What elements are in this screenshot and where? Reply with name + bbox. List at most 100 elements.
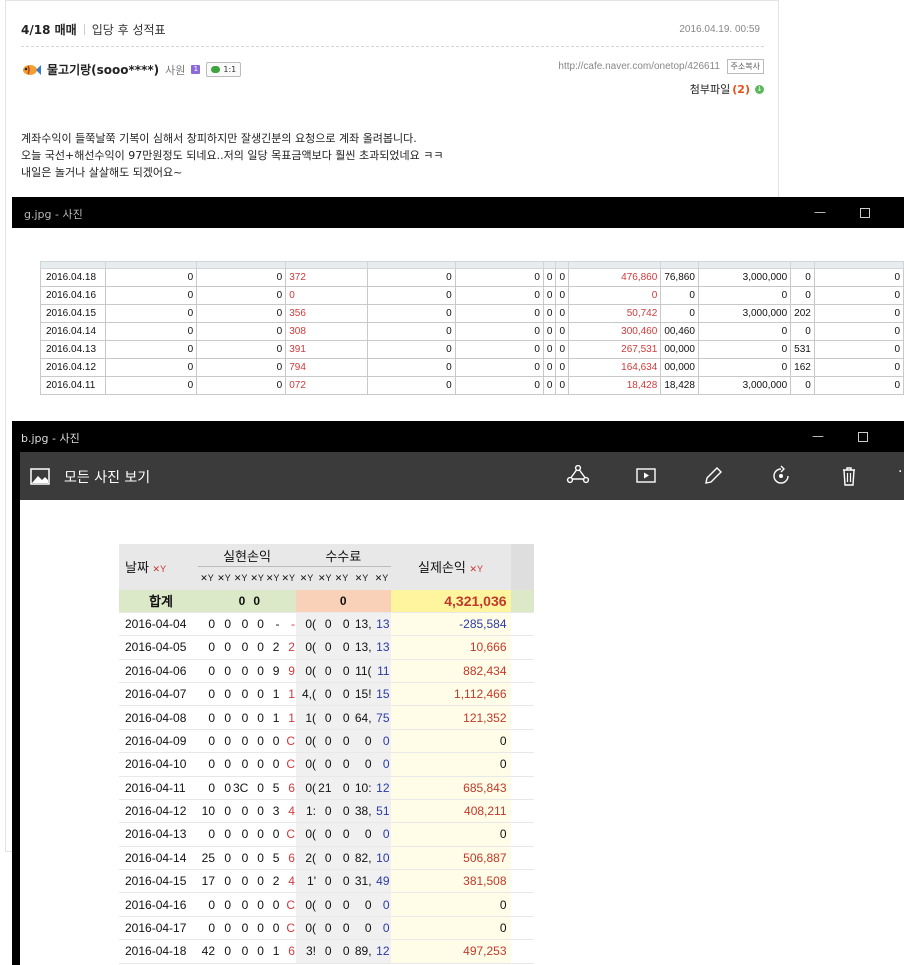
table-cell: 21 [316,776,333,800]
total-net: 4,321,036 [390,589,511,613]
post-title[interactable]: 4/18 매매 [21,23,77,37]
maximize-icon[interactable] [860,208,870,218]
table-cell: 0 [372,729,391,754]
table-cell: 2016-04-09 [119,729,198,754]
header-realized: 실현손익 [198,544,296,568]
filter-icon[interactable]: ✕Y [469,564,483,574]
table-cell: 0 [332,752,351,777]
net-pnl-cell: 381,508 [390,869,511,894]
table-row: 2016-04-07 0 0 0 0 1 1 4,(0 0 15! 15 1,112,466 [119,682,534,707]
table-cell: 2016-04-08 [119,705,198,730]
table-cell: 0 [542,376,557,395]
filter-icon[interactable]: ✕Y [232,566,250,590]
table-cell: 0 [555,340,570,359]
table-cell: 0 [660,286,699,305]
edit-pencil-icon[interactable] [701,465,725,487]
filter-icon[interactable]: ✕Y [372,566,391,590]
minimize-icon[interactable]: — [812,429,824,443]
table-cell: 0 [232,682,250,707]
table-cell: 0 [542,304,557,323]
table-cell: 0 [249,822,265,847]
window-titlebar[interactable]: g.jpg - 사진 — [12,197,904,228]
post-url[interactable]: http://cafe.naver.com/onetop/426611 [558,61,720,72]
header-net: 실제손익 ✕Y [390,544,511,590]
more-options-icon[interactable]: · [898,464,902,480]
share-icon[interactable] [566,465,590,487]
filter-icon[interactable]: ✕Y [332,566,351,590]
table-cell: 308 [285,322,369,341]
table-cell: 0 [198,682,216,707]
table-cell: C [280,916,296,941]
attachment-label: 첨부파일 [689,83,731,96]
filter-icon[interactable]: ✕Y [249,566,265,590]
table-cell: 76,860 [660,268,699,287]
copy-url-button[interactable]: 주소복사 [726,59,764,74]
filter-icon[interactable]: ✕Y [295,566,317,590]
table-cell: 2016-04-05 [119,635,198,660]
table-cell: 15! [350,682,373,707]
table-cell: 1 [264,682,281,707]
filter-icon[interactable]: ✕Y [153,564,167,574]
window-titlebar[interactable]: b.jpg - 사진 — [12,421,904,452]
table-cell: 0 [367,304,456,323]
table-cell: 0 [697,322,792,341]
all-photos-title[interactable]: 모든 사진 보기 [64,467,150,487]
table-cell: 0 [813,340,904,359]
header-date: 날짜 ✕Y [119,544,198,590]
table-cell: 0 [542,358,557,377]
table-row: 2016.04.18 0 0 372 0 0 0 0 476,860 76,860 3,000,00… [39,268,904,287]
table-cell: 0 [813,268,904,287]
table-cell: 0 [232,892,250,917]
filter-icon[interactable]: ✕Y [350,566,373,590]
filter-icon[interactable]: ✕Y [280,566,296,590]
table-cell: 0 [216,635,232,660]
table-cell: 0 [316,799,333,824]
header-fee: 수수료 [295,544,391,568]
net-pnl-cell: -285,584 [390,612,511,637]
filter-icon[interactable]: ✕Y [264,566,281,590]
table-cell: 0 [332,916,351,941]
table-row: 2016-04-13 0 0 0 0 0 C 0(0 0 0 0 0 [119,822,534,847]
post-category[interactable]: 입당 후 성적표 [92,23,166,37]
table-cell: 0 [372,822,391,847]
rotate-icon[interactable] [769,465,793,487]
table-cell: 0 [813,304,904,323]
table-cell: 11( [350,659,373,683]
filter-icon[interactable]: ✕Y [198,566,216,590]
download-icon[interactable]: ↓ [755,84,764,94]
attachment-link[interactable]: 첨부파일 (2) ↓ [690,81,764,97]
table-row: 2016.04.11 0 0 072 0 0 0 0 18,428 18,428 3,000,000… [39,376,904,395]
slideshow-icon[interactable] [634,465,658,487]
table-cell: 072 [285,376,369,395]
table-cell: 0( [295,752,317,777]
header-spacer [510,544,534,590]
table-cell: 0 [332,776,351,800]
table-cell: 0 [367,340,456,359]
filter-icon[interactable]: ✕Y [216,566,232,590]
table-cell: 0 [332,939,351,964]
minimize-icon[interactable]: — [814,205,826,219]
author-name[interactable]: 물고기랑(sooo****) [47,61,159,78]
net-pnl-cell: 882,434 [390,659,511,683]
photo-icon[interactable] [30,468,50,485]
table-cell: 2016.04.12 [39,358,107,377]
table-cell: 267,531 [568,340,662,359]
table-cell: 0 [216,869,232,894]
filter-icon[interactable]: ✕Y [316,566,333,590]
table-row: 2016-04-11 0 0 3C 0 5 6 0(21 0 10: 12 685,843 [119,776,534,800]
table-cell: 0 [216,682,232,707]
table-cell: 0 [216,799,232,824]
table-cell: 13, [350,635,373,660]
post-header: 4/18 매매 입당 후 성적표 [21,21,166,38]
table-cell: 13, [350,612,373,637]
table-cell: 0 [813,286,904,305]
table-cell: 0 [198,776,216,800]
maximize-icon[interactable] [858,432,868,442]
table-row: 2016-04-06 0 0 0 0 9 9 0(0 0 11(11 882,434 [119,659,534,683]
chat-button[interactable]: 1:1 [206,62,242,77]
table-cell: 0 [555,376,570,395]
table-cell: 0 [332,822,351,847]
table-cell: 2016-04-07 [119,682,198,707]
table-cell: 38, [350,799,373,824]
delete-trash-icon[interactable] [837,465,861,487]
